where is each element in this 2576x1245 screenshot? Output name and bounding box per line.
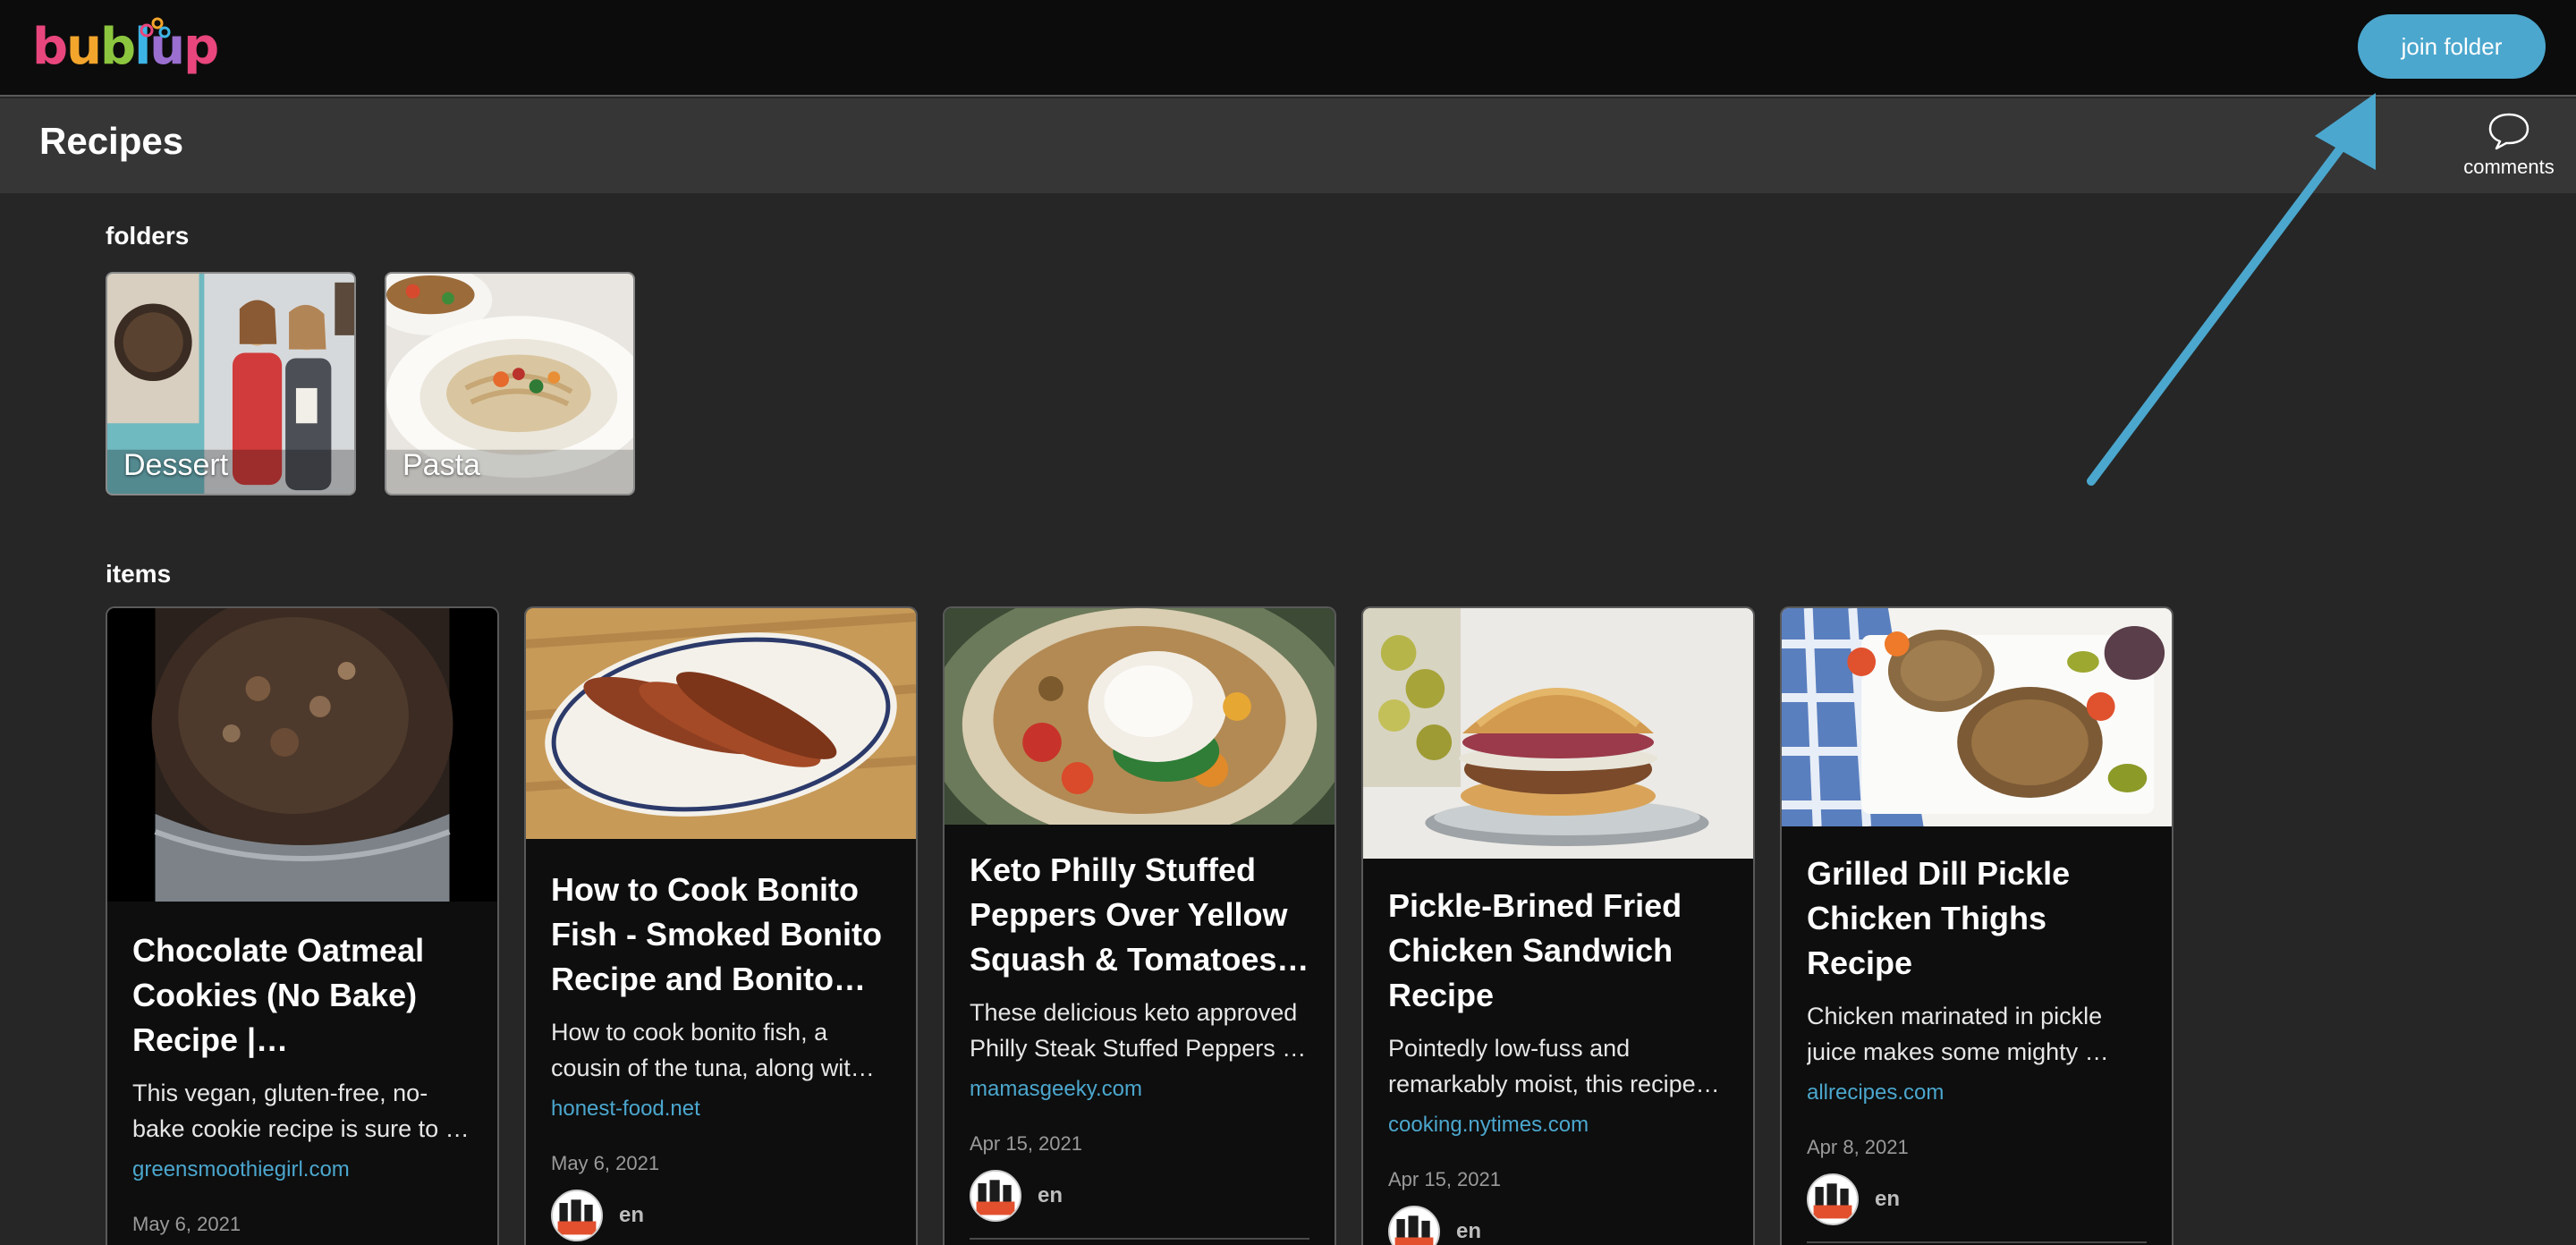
item-card[interactable]: Keto Philly Stuffed Peppers Over Yellow … bbox=[943, 606, 1336, 1245]
item-owner[interactable]: en bbox=[970, 1170, 1309, 1222]
item-description: These delicious keto approved Philly Ste… bbox=[970, 999, 1307, 1062]
item-description: How to cook bonito fish, a cousin of the… bbox=[551, 1019, 875, 1081]
item-owner[interactable]: en bbox=[1388, 1206, 1728, 1245]
item-source-link[interactable]: greensmoothiegirl.com bbox=[132, 1157, 472, 1182]
item-source-link[interactable]: allrecipes.com bbox=[1807, 1080, 2147, 1105]
item-card[interactable]: How to Cook Bonito Fish - Smoked Bonito … bbox=[524, 606, 918, 1245]
item-owner[interactable]: en bbox=[1807, 1173, 2147, 1225]
comments-button[interactable]: comments bbox=[2451, 111, 2567, 188]
card-divider bbox=[970, 1238, 1309, 1240]
item-source-link[interactable]: cooking.nytimes.com bbox=[1388, 1113, 1728, 1138]
item-card-body: Pickle-Brined Fried Chicken Sandwich Rec… bbox=[1388, 884, 1728, 1245]
item-title[interactable]: Keto Philly Stuffed Peppers Over Yellow … bbox=[970, 848, 1309, 982]
item-thumbnail-image bbox=[526, 608, 916, 839]
card-divider bbox=[1807, 1241, 2147, 1243]
item-date: Apr 15, 2021 bbox=[1388, 1168, 1501, 1190]
item-date: May 6, 2021 bbox=[551, 1152, 660, 1174]
user-name: en bbox=[1456, 1219, 1482, 1243]
item-owner[interactable]: en bbox=[551, 1190, 891, 1241]
page-title: Recipes bbox=[39, 120, 184, 162]
item-date: Apr 8, 2021 bbox=[1807, 1136, 1909, 1158]
logo-bubbles-icon bbox=[140, 17, 171, 38]
item-card-body: Chocolate Oatmeal Cookies (No Bake) Reci… bbox=[132, 928, 472, 1236]
folder-name: Pasta bbox=[402, 448, 480, 482]
item-thumbnail-image bbox=[1782, 608, 2172, 826]
bublup-logo[interactable]: bublup bbox=[32, 16, 219, 79]
page: bublup join folder Recipes comments fold… bbox=[0, 0, 2576, 1245]
folder-pasta[interactable]: Pasta bbox=[385, 272, 635, 495]
items-section-label: items bbox=[106, 560, 172, 588]
join-folder-button[interactable]: join folder bbox=[2358, 14, 2546, 79]
item-description: This vegan, gluten-free, no-bake cookie … bbox=[132, 1080, 470, 1142]
item-card[interactable]: Grilled Dill Pickle Chicken Thighs Recip… bbox=[1780, 606, 2174, 1245]
user-name: en bbox=[1875, 1187, 1901, 1211]
item-description: Pointedly low-fuss and remarkably moist,… bbox=[1388, 1035, 1720, 1097]
user-name: en bbox=[1038, 1183, 1063, 1207]
item-card[interactable]: Chocolate Oatmeal Cookies (No Bake) Reci… bbox=[106, 606, 499, 1245]
item-title[interactable]: Grilled Dill Pickle Chicken Thighs Recip… bbox=[1807, 851, 2147, 986]
user-avatar[interactable] bbox=[551, 1190, 603, 1241]
user-name: en bbox=[619, 1203, 645, 1227]
item-source-link[interactable]: honest-food.net bbox=[551, 1097, 891, 1122]
user-avatar[interactable] bbox=[1388, 1206, 1440, 1245]
comments-label: comments bbox=[2463, 156, 2555, 178]
speech-bubble-icon bbox=[2488, 113, 2529, 150]
item-card-body: Grilled Dill Pickle Chicken Thighs Recip… bbox=[1807, 851, 2147, 1245]
folders-section-label: folders bbox=[106, 222, 190, 250]
item-title[interactable]: Pickle-Brined Fried Chicken Sandwich Rec… bbox=[1388, 884, 1728, 1018]
item-date: Apr 15, 2021 bbox=[970, 1132, 1082, 1155]
item-thumbnail-image bbox=[1363, 608, 1753, 859]
user-avatar[interactable] bbox=[970, 1170, 1021, 1222]
item-date: May 6, 2021 bbox=[132, 1213, 242, 1235]
item-source-link[interactable]: mamasgeeky.com bbox=[970, 1077, 1309, 1102]
item-description: Chicken marinated in pickle juice makes … bbox=[1807, 1003, 2109, 1065]
item-card-body: How to Cook Bonito Fish - Smoked Bonito … bbox=[551, 868, 891, 1241]
pointer-arrow-icon bbox=[2087, 93, 2376, 486]
item-card-body: Keto Philly Stuffed Peppers Over Yellow … bbox=[970, 848, 1309, 1240]
item-title[interactable]: Chocolate Oatmeal Cookies (No Bake) Reci… bbox=[132, 928, 472, 1063]
item-thumbnail-image bbox=[107, 608, 497, 902]
item-title[interactable]: How to Cook Bonito Fish - Smoked Bonito … bbox=[551, 868, 891, 1002]
user-avatar[interactable] bbox=[1807, 1173, 1859, 1225]
folder-name: Dessert bbox=[123, 448, 229, 482]
item-card[interactable]: Pickle-Brined Fried Chicken Sandwich Rec… bbox=[1361, 606, 1755, 1245]
folder-dessert[interactable]: Dessert bbox=[106, 272, 356, 495]
item-thumbnail-image bbox=[945, 608, 1335, 825]
